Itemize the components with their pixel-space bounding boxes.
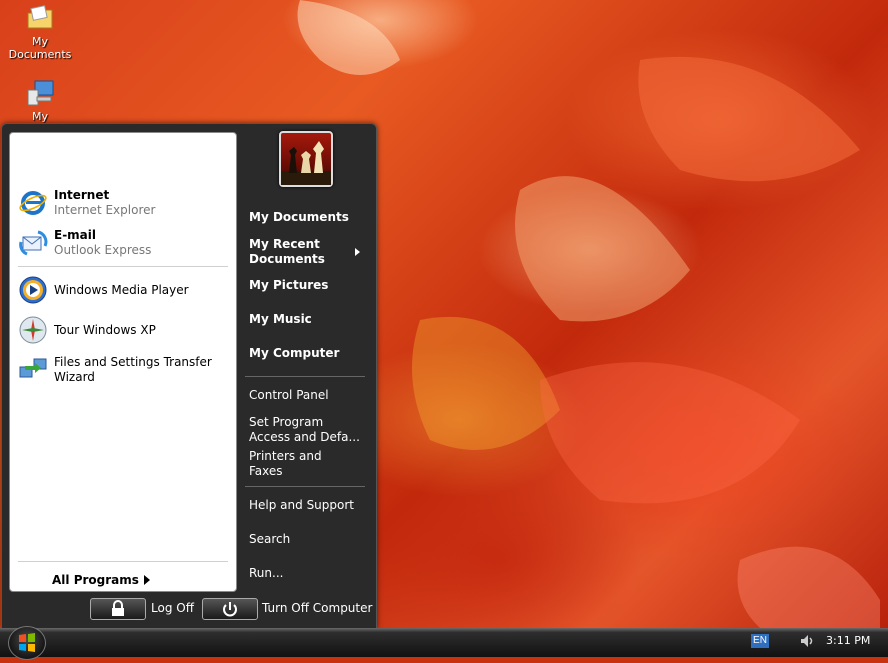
windows-logo-icon (19, 633, 35, 652)
start-menu-places-pane: My Documents My Recent Documents My Pict… (242, 124, 372, 594)
power-icon (223, 602, 237, 617)
pinned-internet[interactable]: Internet Internet Explorer (18, 186, 233, 220)
places-label: Set Program (249, 415, 324, 429)
user-avatar[interactable] (279, 131, 333, 187)
start-menu-footer: Log Off Turn Off Computer (2, 594, 376, 628)
internet-explorer-icon (18, 188, 48, 218)
language-indicator[interactable]: EN (751, 634, 769, 648)
places-search[interactable]: Search (249, 532, 290, 547)
recent-label: Windows Media Player (54, 282, 189, 297)
folder-documents-icon (25, 3, 55, 33)
places-label: Access and Defa... (249, 430, 360, 444)
computer-icon (25, 78, 55, 108)
arrow-right-icon (355, 248, 360, 256)
desktop-icon-label: My Computer (31, 110, 48, 123)
clock[interactable]: 3:11 PM (826, 634, 870, 647)
log-off-button[interactable] (90, 598, 146, 620)
pinned-subtitle: Internet Explorer (54, 203, 156, 217)
places-label: Documents (249, 252, 325, 266)
volume-icon[interactable] (799, 633, 815, 649)
arrow-right-icon (144, 575, 150, 585)
places-label: Faxes (249, 464, 283, 478)
separator (245, 486, 365, 487)
places-run[interactable]: Run... (249, 566, 283, 581)
media-player-icon (18, 275, 48, 305)
taskbar: EN 3:11 PM (0, 626, 888, 660)
pinned-title: E-mail (54, 228, 97, 242)
turn-off-label[interactable]: Turn Off Computer (262, 601, 372, 615)
desktop-icon-label: Documents (8, 48, 72, 61)
turn-off-button[interactable] (202, 598, 258, 620)
outlook-express-icon (18, 228, 48, 258)
places-label: Printers and (249, 449, 322, 463)
recent-tour-windows[interactable]: Tour Windows XP (18, 313, 233, 347)
places-label: My Recent (249, 237, 320, 251)
recent-label: Files and Settings Transfer (54, 355, 212, 369)
desktop-icon-label: My (31, 35, 48, 48)
start-menu-programs-pane: Internet Internet Explorer E-mail Outloo… (9, 132, 237, 592)
start-button[interactable] (8, 626, 46, 660)
transfer-wizard-icon (18, 355, 48, 385)
log-off-label[interactable]: Log Off (151, 601, 194, 615)
lock-icon (112, 600, 124, 616)
places-help-support[interactable]: Help and Support (249, 498, 354, 513)
separator (18, 266, 228, 267)
pinned-email[interactable]: E-mail Outlook Express (18, 226, 233, 260)
separator (18, 561, 228, 562)
recent-label: Wizard (54, 370, 95, 384)
pinned-subtitle: Outlook Express (54, 243, 152, 257)
desktop-icon-my-computer[interactable]: My Computer (5, 78, 75, 123)
places-my-pictures[interactable]: My Pictures (249, 278, 328, 293)
separator (245, 376, 365, 377)
pinned-title: Internet (54, 188, 110, 202)
places-control-panel[interactable]: Control Panel (249, 388, 329, 403)
recent-transfer-wizard[interactable]: Files and Settings Transfer Wizard (18, 353, 233, 387)
recent-media-player[interactable]: Windows Media Player (18, 273, 233, 307)
recent-label: Tour Windows XP (54, 322, 156, 337)
start-menu: Internet Internet Explorer E-mail Outloo… (1, 123, 377, 629)
chess-pieces-icon (281, 141, 331, 185)
places-my-music[interactable]: My Music (249, 312, 312, 327)
desktop-icon-my-documents[interactable]: My Documents (5, 3, 75, 61)
places-my-computer[interactable]: My Computer (249, 346, 339, 361)
all-programs-button[interactable]: All Programs (52, 573, 139, 587)
tour-windows-icon (18, 315, 48, 345)
places-my-documents[interactable]: My Documents (249, 210, 349, 225)
